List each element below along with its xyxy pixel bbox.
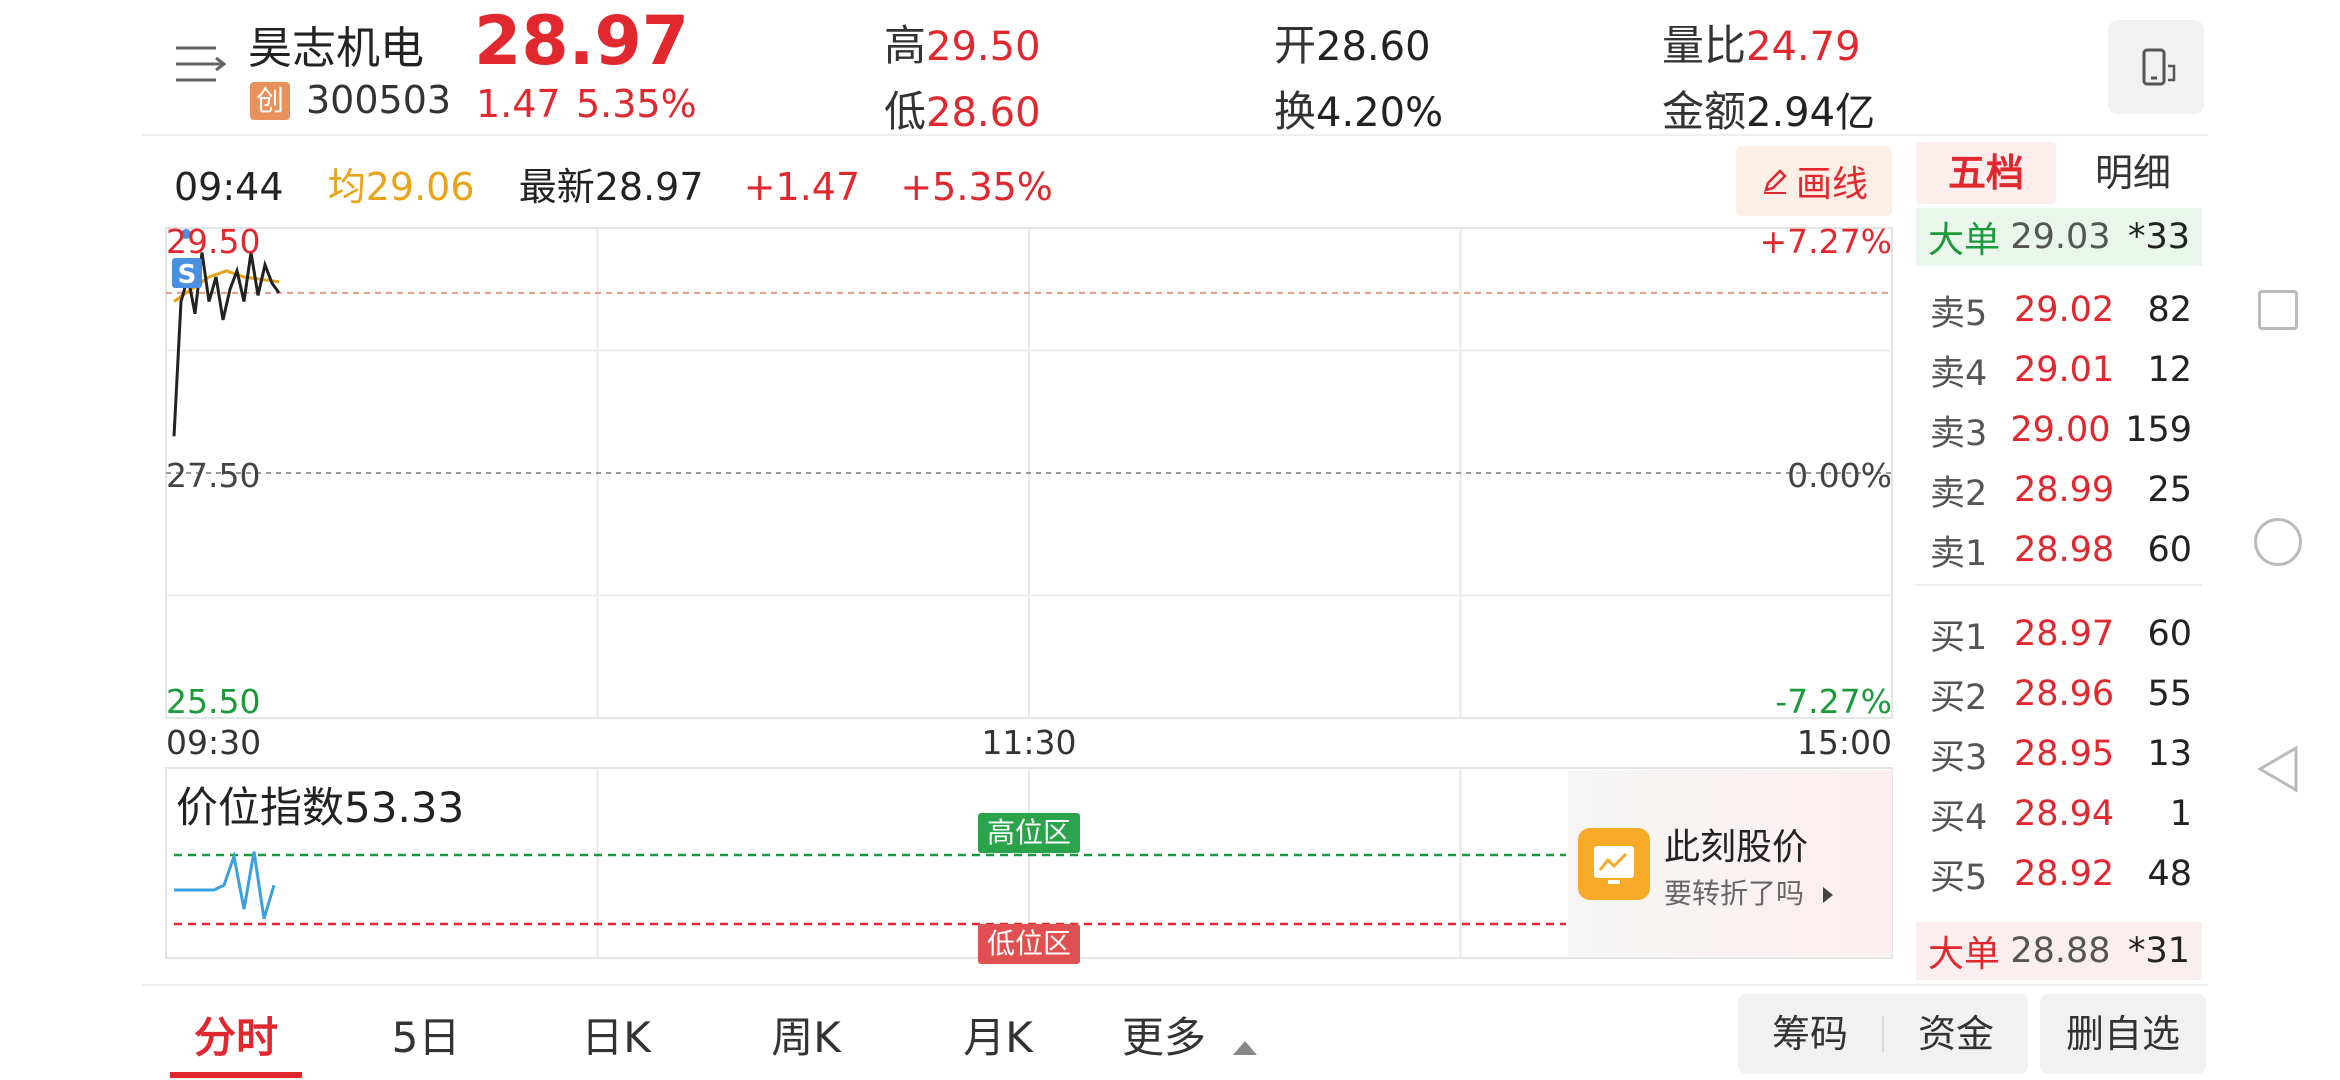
- ask-volume: 60: [2147, 530, 2192, 570]
- bid-label: 买4: [1930, 797, 1988, 838]
- tab-weekly-k[interactable]: 周K: [740, 1004, 872, 1065]
- promo-card[interactable]: 此刻股价 要转折了吗: [1568, 770, 1892, 956]
- chips-funds-group: 筹码 资金: [1738, 994, 2028, 1074]
- promo-subtitle-text: 要转折了吗: [1664, 877, 1805, 910]
- bid-volume: 55: [2147, 674, 2192, 714]
- promo-subtitle: 要转折了吗: [1664, 872, 1833, 912]
- ask-row-4: 卖2 28.99 25: [1930, 460, 2192, 520]
- remove-watchlist-button[interactable]: 删自选: [2040, 994, 2206, 1074]
- bid-price: 28.92: [2014, 854, 2115, 894]
- ask-row-5: 卖1 28.98 60: [1930, 520, 2192, 580]
- big-order-top-vol: *33: [2127, 217, 2190, 257]
- big-order-bottom-vol: *31: [2127, 931, 2190, 971]
- rotate-screen-button[interactable]: [2108, 20, 2204, 114]
- ask-row-2: 卖4 29.01 12: [1930, 340, 2192, 400]
- tab-monthly-k[interactable]: 月K: [932, 1004, 1064, 1065]
- bid-price: 28.94: [2014, 794, 2115, 834]
- high-zone-badge: 高位区: [978, 813, 1080, 853]
- indicator-value: 53.33: [344, 783, 465, 832]
- bid-volume: 1: [2169, 794, 2192, 834]
- tab-daily-k[interactable]: 日K: [550, 1004, 682, 1065]
- bid-row-1: 买1 28.97 60: [1930, 604, 2192, 664]
- home-button[interactable]: [2254, 518, 2302, 566]
- ask-price: 29.02: [2014, 290, 2115, 330]
- promo-title: 此刻股价: [1664, 827, 1809, 868]
- ask-row-3: 卖3 29.00 159: [1930, 400, 2192, 460]
- caret-right-icon: [1822, 887, 1833, 903]
- bid-volume: 13: [2147, 734, 2192, 774]
- tab-intraday-underline: [170, 1072, 302, 1078]
- big-order-top-label: 大单: [1928, 220, 2001, 261]
- bid-levels: 买1 28.97 60 买2 28.96 55 买3 28.95 13 买4 28.94 1 买5 28.…: [1930, 604, 2192, 904]
- bid-label: 买2: [1930, 677, 1988, 718]
- big-order-bottom-price: 28.88: [2010, 931, 2111, 971]
- ask-label: 卖3: [1930, 413, 1988, 454]
- funds-button[interactable]: 资金: [1884, 994, 2028, 1074]
- bid-price: 28.96: [2014, 674, 2115, 714]
- low-zone-badge: 低位区: [978, 924, 1080, 964]
- big-order-bottom-label: 大单: [1928, 934, 2001, 975]
- phone-rotate-icon: [2142, 48, 2176, 86]
- ask-label: 卖2: [1930, 473, 1988, 514]
- back-triangle-icon: [2257, 745, 2298, 793]
- orderbook-divider: [1916, 584, 2202, 586]
- big-order-bottom: 大单 28.88 *31: [1916, 922, 2202, 980]
- bottom-divider: [142, 984, 2208, 986]
- ask-price: 28.98: [2014, 530, 2115, 570]
- ask-volume: 82: [2147, 290, 2192, 330]
- indicator-label-text: 价位指数: [176, 783, 345, 832]
- bid-volume: 60: [2147, 614, 2192, 654]
- tab-five-levels[interactable]: 五档: [1916, 142, 2056, 204]
- big-order-top: 大单 29.03 *33: [1916, 208, 2202, 266]
- recent-apps-button[interactable]: [2258, 290, 2298, 330]
- bid-row-4: 买4 28.94 1: [1930, 784, 2192, 844]
- price-index-line: [174, 850, 276, 920]
- indicator-label: 价位指数53.33: [176, 774, 464, 835]
- caret-up-icon: [1233, 1040, 1258, 1055]
- ask-price: 29.00: [2010, 410, 2111, 450]
- bid-label: 买3: [1930, 737, 1988, 778]
- bid-row-5: 买5 28.92 48: [1930, 844, 2192, 904]
- chart-app-icon: [1578, 828, 1650, 900]
- tab-5day[interactable]: 5日: [360, 1004, 492, 1065]
- tab-more-label: 更多: [1122, 1013, 1207, 1062]
- ask-volume: 25: [2147, 470, 2192, 510]
- ask-volume: 12: [2147, 350, 2192, 390]
- bid-price: 28.97: [2014, 614, 2115, 654]
- bid-row-3: 买3 28.95 13: [1930, 724, 2192, 784]
- bid-price: 28.95: [2014, 734, 2115, 774]
- ask-label: 卖1: [1930, 533, 1988, 574]
- orderbook-tabs: 五档 明细: [1916, 136, 2202, 208]
- tab-more[interactable]: 更多: [1122, 1004, 1258, 1065]
- bid-row-2: 买2 28.96 55: [1930, 664, 2192, 724]
- ask-volume: 159: [2125, 410, 2192, 450]
- big-order-top-price: 29.03: [2010, 217, 2111, 257]
- ask-row-1: 卖5 29.02 82: [1930, 280, 2192, 340]
- ask-label: 卖4: [1930, 353, 1988, 394]
- bid-label: 买1: [1930, 617, 1988, 658]
- chips-button[interactable]: 筹码: [1738, 994, 1882, 1074]
- bid-label: 买5: [1930, 857, 1988, 898]
- ask-levels: 卖5 29.02 82 卖4 29.01 12 卖3 29.00 159 卖2 28.99 25 卖1 2…: [1930, 280, 2192, 580]
- back-button[interactable]: [2256, 744, 2302, 794]
- ask-price: 28.99: [2014, 470, 2115, 510]
- tab-detail[interactable]: 明细: [2064, 142, 2202, 204]
- ask-price: 29.01: [2014, 350, 2115, 390]
- tab-intraday[interactable]: 分时: [170, 1004, 302, 1065]
- ask-label: 卖5: [1930, 293, 1988, 334]
- bid-volume: 48: [2147, 854, 2192, 894]
